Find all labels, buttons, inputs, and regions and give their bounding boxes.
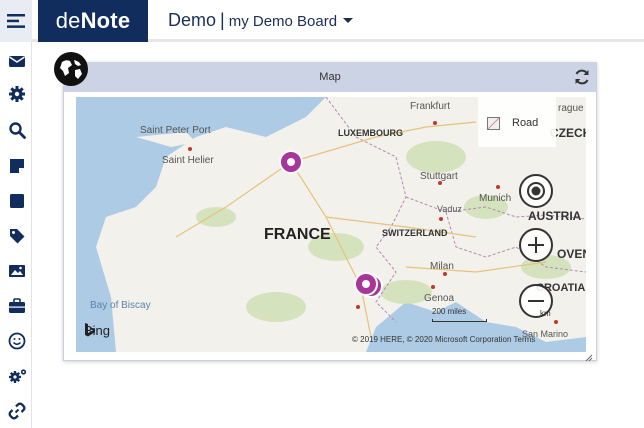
scale-km-label: km	[540, 309, 551, 318]
breadcrumb-separator: |	[220, 10, 225, 30]
gears-icon[interactable]	[8, 367, 27, 385]
label-prague: rague	[558, 103, 584, 114]
map-view[interactable]: Saint Peter Port Saint Helier Frankfurt …	[76, 97, 586, 352]
map-style-selector[interactable]: Road	[478, 97, 556, 147]
bing-logo: Bing	[84, 323, 110, 338]
search-icon[interactable]	[8, 121, 26, 139]
menu-icon[interactable]	[0, 0, 32, 42]
location-pin[interactable]	[278, 149, 304, 175]
map-attribution[interactable]: © 2019 HERE, © 2020 Microsoft Corporatio…	[352, 335, 535, 344]
sidebar	[0, 0, 32, 428]
label-genoa: Genoa	[424, 293, 455, 304]
image-icon[interactable]	[8, 262, 26, 280]
tag-icon[interactable]	[8, 227, 26, 245]
label-france: FRANCE	[264, 226, 331, 243]
globe-icon[interactable]	[53, 51, 89, 87]
scale-label: 200 miles	[432, 307, 467, 316]
label-milan: Milan	[430, 261, 454, 272]
map-style-label: Road	[512, 117, 539, 129]
label-bay-of-biscay: Bay of Biscay	[90, 300, 151, 311]
map-widget: Map Saint Peter Port Saint Helier Frankf…	[63, 62, 597, 362]
label-luxembourg: LUXEMBOURG	[338, 128, 403, 138]
label-frankfurt: Frankfurt	[410, 101, 451, 112]
briefcase-icon[interactable]	[8, 297, 26, 315]
widget-title: Map	[319, 71, 341, 83]
mail-icon[interactable]	[8, 52, 26, 70]
label-vaduz: Vaduz	[437, 204, 462, 214]
widget-title-bar[interactable]: Map	[64, 63, 596, 92]
label-slovenia: OVEN	[557, 247, 586, 261]
label-munich: Munich	[479, 193, 512, 204]
top-header: de Note Demo | my Demo Board	[32, 0, 644, 42]
label-stuttgart: Stuttgart	[420, 171, 458, 182]
road-style-icon	[487, 117, 500, 130]
chevron-down-icon[interactable]	[343, 18, 354, 23]
label-austria: AUSTRIA	[528, 209, 582, 223]
board-name[interactable]: Demo	[168, 10, 216, 31]
bing-icon	[85, 323, 95, 337]
gear-icon[interactable]	[8, 85, 26, 103]
brand-prefix: de	[55, 8, 81, 33]
refresh-icon[interactable]	[573, 68, 591, 86]
label-saint-peter-port: Saint Peter Port	[140, 125, 211, 136]
label-saint-helier: Saint Helier	[162, 155, 214, 166]
locate-me-button[interactable]	[519, 174, 553, 208]
scale-bar	[432, 319, 487, 322]
resize-handle[interactable]	[585, 349, 593, 362]
smiley-icon[interactable]	[8, 332, 26, 350]
breadcrumb: Demo | my Demo Board	[168, 10, 354, 31]
brand-logo[interactable]: de Note	[38, 0, 148, 42]
link-icon[interactable]	[8, 402, 26, 420]
zoom-in-button[interactable]	[519, 228, 553, 262]
square-icon[interactable]	[8, 192, 26, 210]
brand-suffix: Note	[80, 8, 131, 33]
note-icon[interactable]	[8, 157, 26, 175]
label-switzerland: SWITZERLAND	[382, 228, 448, 238]
board-select[interactable]: my Demo Board	[229, 13, 337, 30]
location-pin[interactable]	[353, 271, 379, 297]
